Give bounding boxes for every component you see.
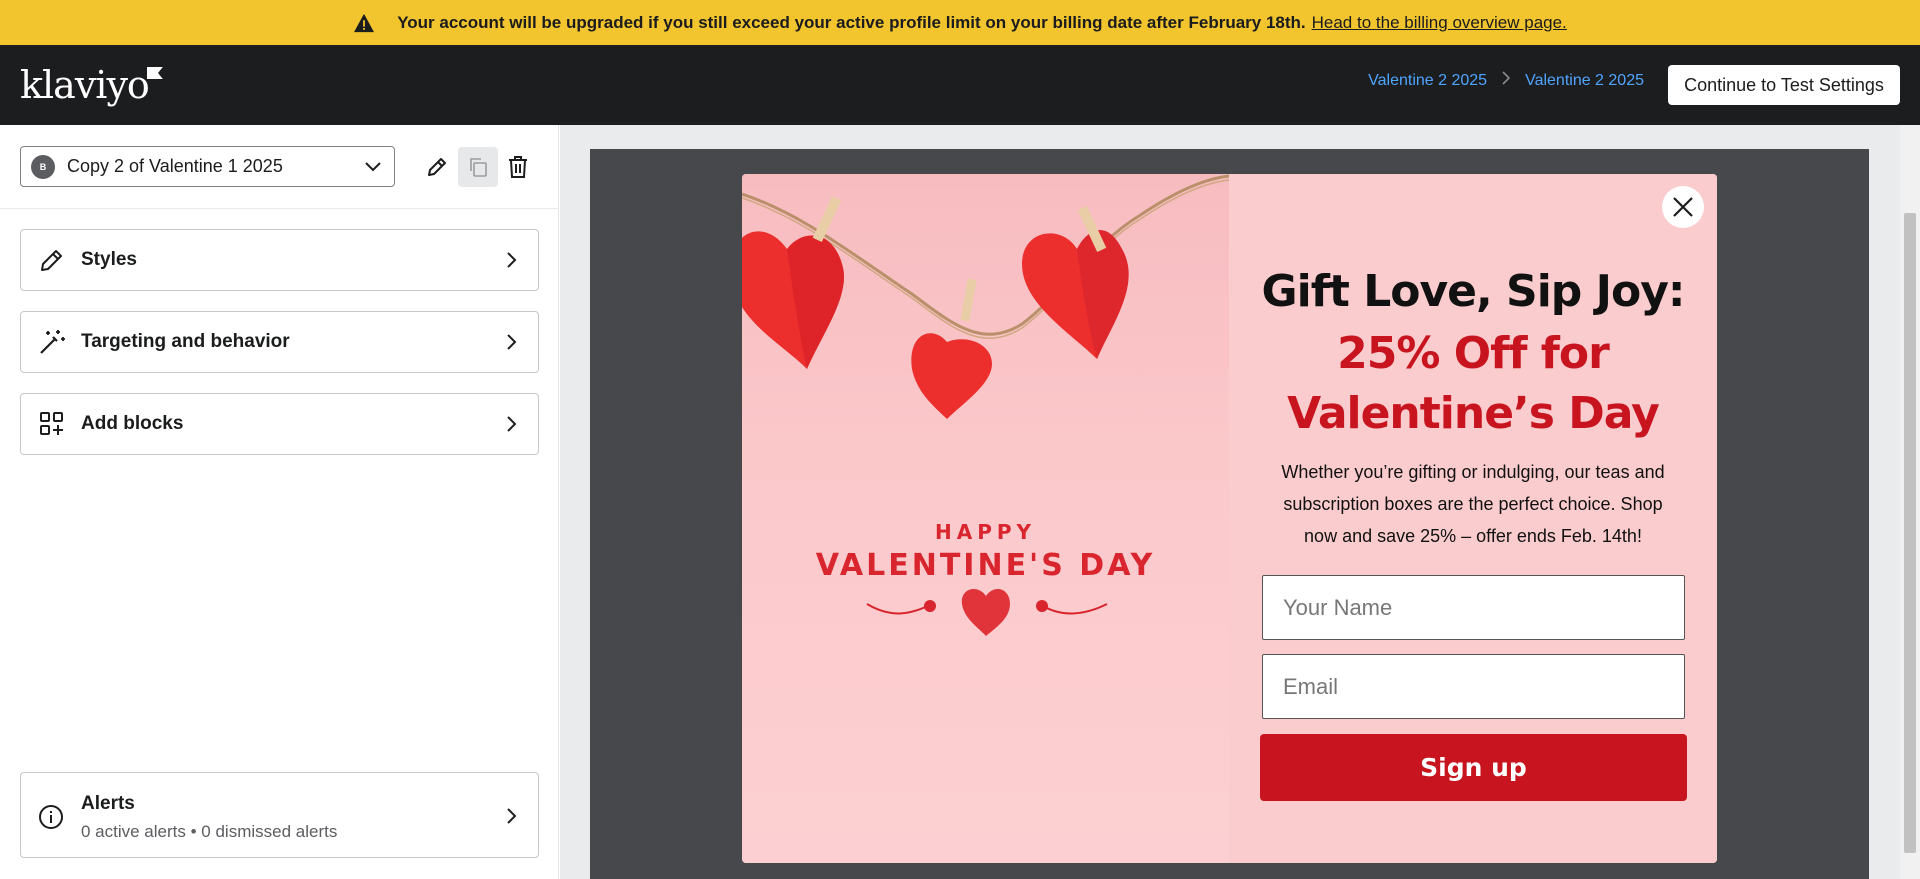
magic-wand-icon (37, 327, 67, 357)
chevron-right-icon (507, 416, 517, 432)
chevron-right-icon (507, 808, 517, 824)
warning-icon (354, 13, 375, 32)
targeting-and-behavior-panel[interactable]: Targeting and behavior (20, 311, 539, 373)
trash-icon (509, 156, 527, 178)
chevron-right-icon (1501, 70, 1511, 91)
headline-line-1: Gift Love, Sip Joy: (1261, 266, 1686, 317)
logo-flag-icon (146, 67, 163, 79)
styles-panel[interactable]: Styles (20, 229, 539, 291)
targeting-label: Targeting and behavior (81, 331, 290, 352)
duplicate-variant-button[interactable] (458, 147, 498, 187)
add-blocks-label: Add blocks (81, 413, 184, 434)
vertical-scrollbar[interactable] (1900, 125, 1920, 879)
email-placeholder: Email (1283, 673, 1339, 699)
top-nav: klaviyo Valentine 2 2025 Valentine 2 202… (0, 45, 1920, 125)
alerts-panel[interactable]: Alerts 0 active alerts • 0 dismissed ale… (20, 772, 539, 858)
rename-variant-button[interactable] (417, 147, 457, 187)
breadcrumb: Valentine 2 2025 Valentine 2 2025 (1368, 70, 1644, 91)
breadcrumb-item-form[interactable]: Valentine 2 2025 (1368, 72, 1487, 90)
variant-name: Copy 2 of Valentine 1 2025 (67, 156, 283, 176)
headline-line-2: 25% Off for Valentine’s Day (1229, 324, 1717, 444)
chevron-right-icon (507, 252, 517, 268)
billing-overview-link[interactable]: Head to the billing overview page. (1312, 13, 1567, 33)
breadcrumb-item-variant[interactable]: Valentine 2 2025 (1525, 72, 1644, 90)
copy-icon (470, 158, 487, 177)
editor-sidebar: B Copy 2 of Valentine 1 2025 Styles Targ… (0, 125, 559, 879)
name-placeholder: Your Name (1283, 594, 1393, 620)
headline-occasion: Valentine’s Day (1287, 388, 1660, 439)
scrollbar-thumb[interactable] (1904, 213, 1916, 853)
variant-select[interactable]: B Copy 2 of Valentine 1 2025 (20, 146, 395, 187)
close-icon (1673, 197, 1693, 217)
alerts-subtitle: 0 active alerts • 0 dismissed alerts (81, 822, 338, 841)
close-popup-button[interactable] (1662, 186, 1704, 228)
sign-up-button[interactable]: Sign up (1260, 734, 1687, 801)
name-field[interactable]: Your Name (1262, 575, 1685, 640)
pencil-icon (428, 158, 446, 176)
pencil-icon (37, 245, 67, 275)
upgrade-banner: Your account will be upgraded if you sti… (0, 0, 1920, 45)
continue-to-test-settings-button[interactable]: Continue to Test Settings (1668, 65, 1900, 105)
info-icon (39, 805, 63, 829)
alerts-title: Alerts (81, 793, 135, 814)
add-blocks-panel[interactable]: Add blocks (20, 393, 539, 455)
styles-label: Styles (81, 249, 137, 270)
blocks-icon (37, 409, 67, 439)
banner-message: Your account will be upgraded if you sti… (397, 12, 1306, 32)
email-field[interactable]: Email (1262, 654, 1685, 719)
popup-form: Gift Love, Sip Joy: 25% Off for Valentin… (742, 174, 1717, 863)
delete-variant-button[interactable] (498, 147, 538, 187)
klaviyo-logo[interactable]: klaviyo (20, 63, 163, 107)
popup-body-text: Whether you’re gifting or indulging, our… (1281, 462, 1665, 546)
headline-discount: 25% Off for (1337, 328, 1610, 379)
chevron-right-icon (507, 334, 517, 350)
variant-row: B Copy 2 of Valentine 1 2025 (0, 125, 559, 209)
chevron-down-icon (365, 162, 381, 172)
variant-badge: B (31, 154, 55, 179)
